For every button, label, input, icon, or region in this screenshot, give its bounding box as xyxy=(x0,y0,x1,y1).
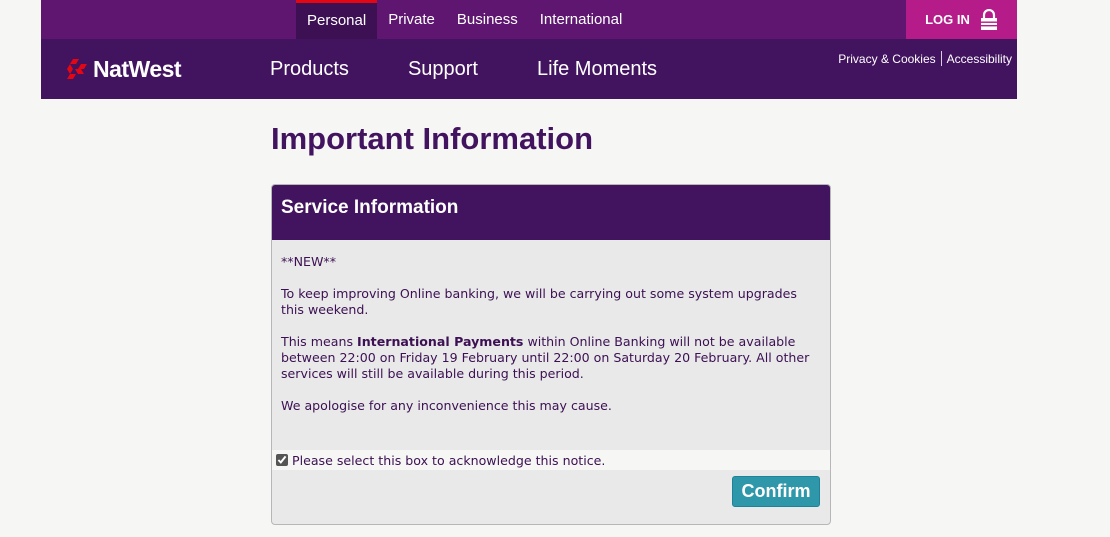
notice-paragraph-2: This means International Payments within… xyxy=(281,334,822,382)
segment-label: International xyxy=(539,10,623,28)
segment-label: Business xyxy=(456,10,518,28)
utility-links: Privacy & Cookies Accessibility xyxy=(838,51,1012,66)
segment-label: Private xyxy=(388,10,435,28)
new-tag: **NEW** xyxy=(281,254,337,269)
page-title: Important Information xyxy=(271,121,594,156)
segment-business[interactable]: Business xyxy=(446,0,529,39)
segment-personal[interactable]: Personal xyxy=(296,0,378,39)
acknowledge-checkbox[interactable] xyxy=(276,454,288,466)
segment-private[interactable]: Private xyxy=(377,0,446,39)
brand-name: NatWest xyxy=(93,55,182,82)
login-label: LOG IN xyxy=(925,12,970,27)
segment-bar: Personal Private Business International … xyxy=(41,0,1017,39)
acknowledge-label: Please select this box to acknowledge th… xyxy=(292,452,606,468)
divider xyxy=(940,51,942,66)
acknowledge-row[interactable]: Please select this box to acknowledge th… xyxy=(272,450,830,470)
text: This means xyxy=(281,334,358,349)
nav-support[interactable]: Support xyxy=(408,58,478,81)
service-information-panel: Service Information **NEW** To keep impr… xyxy=(271,184,831,525)
accessibility-link[interactable]: Accessibility xyxy=(947,52,1012,66)
lock-icon xyxy=(980,8,998,31)
emphasis-text: International Payments xyxy=(357,334,524,349)
privacy-cookies-link[interactable]: Privacy & Cookies xyxy=(838,52,935,66)
panel-body: **NEW** To keep improving Online banking… xyxy=(272,240,830,451)
segment-nav: Personal Private Business International xyxy=(296,0,633,39)
segment-label: Personal xyxy=(307,12,367,29)
notice-paragraph-3: We apologise for any inconvenience this … xyxy=(281,398,612,413)
login-button[interactable]: LOG IN xyxy=(906,0,1017,39)
main-nav: Products Support Life Moments xyxy=(270,39,716,99)
panel-title: Service Information xyxy=(272,185,830,240)
main-nav-bar: NatWest Products Support Life Moments Pr… xyxy=(41,39,1017,99)
confirm-button[interactable]: Confirm xyxy=(732,476,820,507)
segment-international[interactable]: International xyxy=(529,0,634,39)
nav-life-moments[interactable]: Life Moments xyxy=(537,58,657,81)
site-header: Personal Private Business International … xyxy=(41,0,1017,99)
natwest-logo-icon xyxy=(67,59,87,79)
nav-products[interactable]: Products xyxy=(270,58,349,81)
natwest-logo[interactable]: NatWest xyxy=(65,54,182,84)
notice-paragraph-1: To keep improving Online banking, we wil… xyxy=(281,286,797,317)
